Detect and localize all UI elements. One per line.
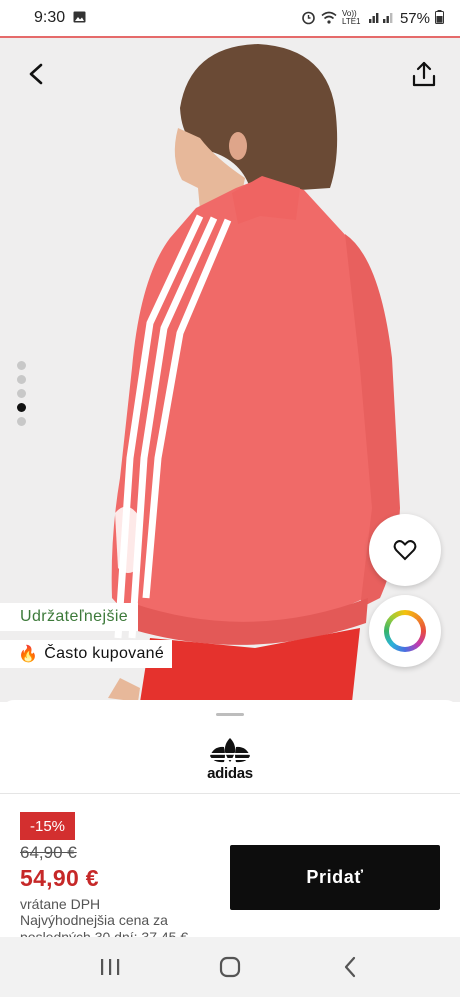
carousel-dot[interactable]: [17, 389, 26, 398]
system-back-button[interactable]: [330, 947, 370, 987]
home-icon: [219, 956, 241, 978]
alarm-icon: [301, 10, 316, 27]
image-icon: [73, 11, 86, 25]
wifi-icon: [321, 11, 337, 26]
accent-line: [0, 36, 460, 38]
sheet-drag-handle[interactable]: [216, 713, 244, 716]
discount-badge: -15%: [20, 812, 76, 840]
carousel-dot[interactable]: [17, 417, 26, 426]
original-price: 64,90 €: [20, 843, 77, 862]
sustainable-tag[interactable]: Udržateľnejšie: [0, 603, 139, 631]
carousel-dot[interactable]: [17, 403, 26, 412]
battery-label: 57%: [399, 9, 430, 27]
popular-label: Často kupované: [44, 645, 165, 662]
status-bar: 9:30 Vo)) LTE1 57%: [0, 0, 460, 36]
back-button[interactable]: [20, 58, 52, 90]
image-carousel-dots[interactable]: [17, 361, 26, 426]
status-time: 9:30: [34, 9, 66, 26]
product-info-sheet[interactable]: adidas -15% 64,90 € 54,90 € vrátane DPH …: [0, 700, 460, 945]
recent-apps-icon: [101, 959, 120, 975]
battery-icon: [435, 10, 444, 26]
brand-logo[interactable]: adidas: [0, 724, 460, 794]
brand-name: adidas: [207, 764, 253, 782]
add-to-cart-label: Pridať: [306, 867, 364, 887]
wishlist-button[interactable]: [369, 514, 441, 586]
share-icon: [412, 61, 436, 87]
sale-price: 54,90 €: [20, 865, 99, 891]
fire-icon: 🔥: [18, 646, 39, 663]
vat-note: vrátane DPH: [20, 896, 101, 912]
signal-icon: [368, 11, 395, 25]
network-label: Vo)) LTE1: [341, 9, 361, 26]
carousel-dot[interactable]: [17, 375, 26, 384]
adidas-trefoil-icon: [208, 737, 252, 762]
color-wheel-icon: [384, 610, 426, 652]
color-picker-button[interactable]: [369, 595, 441, 667]
popular-tag: 🔥 Často kupované: [0, 640, 173, 668]
add-to-cart-button[interactable]: Pridať: [230, 845, 440, 910]
share-button[interactable]: [408, 58, 440, 90]
discount-label: -15%: [30, 817, 66, 835]
home-button[interactable]: [210, 947, 250, 987]
sustainable-label: Udržateľnejšie: [20, 608, 129, 625]
recent-apps-button[interactable]: [90, 947, 130, 987]
chevron-left-icon: [29, 63, 43, 85]
system-nav-bar: [0, 937, 460, 997]
back-arrow-icon: [344, 956, 356, 978]
heart-icon: [393, 540, 417, 561]
carousel-dot[interactable]: [17, 361, 26, 370]
